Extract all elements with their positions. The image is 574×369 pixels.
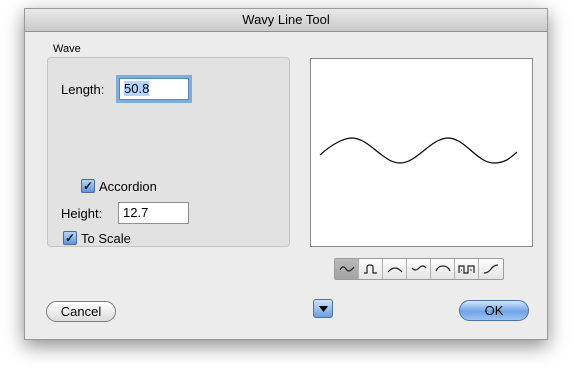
length-label: Length:	[61, 82, 105, 97]
length-field[interactable]: 50.8	[119, 78, 189, 100]
triangle-down-icon	[318, 305, 328, 312]
wave-group-label: Wave	[53, 43, 81, 55]
square-wave-icon[interactable]	[455, 259, 479, 279]
height-value: 12.7	[123, 205, 149, 220]
s-curve-icon[interactable]	[479, 259, 503, 279]
wave-preview-curve	[319, 137, 518, 164]
cancel-button[interactable]: Cancel	[46, 301, 116, 322]
disclosure-button[interactable]	[313, 299, 333, 318]
height-label: Height:	[61, 206, 103, 221]
wave-group: Length: 50.8 ✓ Accordion Height: 12.7 ✓ …	[47, 57, 290, 247]
ok-button[interactable]: OK	[459, 300, 529, 321]
zigzag-wave-icon[interactable]	[407, 259, 431, 279]
arc-icon[interactable]	[383, 259, 407, 279]
accordion-label: Accordion	[99, 179, 157, 194]
square-arch-icon[interactable]	[359, 259, 383, 279]
accordion-checkbox[interactable]: ✓	[81, 179, 95, 193]
wave-preview	[310, 58, 533, 247]
height-field[interactable]: 12.7	[118, 202, 189, 224]
wave-style-selector	[334, 258, 504, 280]
to-scale-checkbox[interactable]: ✓	[63, 231, 77, 245]
window-title: Wavy Line Tool	[25, 9, 547, 32]
length-value: 50.8	[124, 81, 150, 96]
to-scale-label: To Scale	[81, 231, 131, 246]
wavy-line-tool-dialog: Wavy Line Tool Wave Length: 50.8 ✓ Accor…	[24, 8, 548, 340]
half-arch-icon[interactable]	[431, 259, 455, 279]
sine-wave-icon[interactable]	[335, 259, 359, 279]
